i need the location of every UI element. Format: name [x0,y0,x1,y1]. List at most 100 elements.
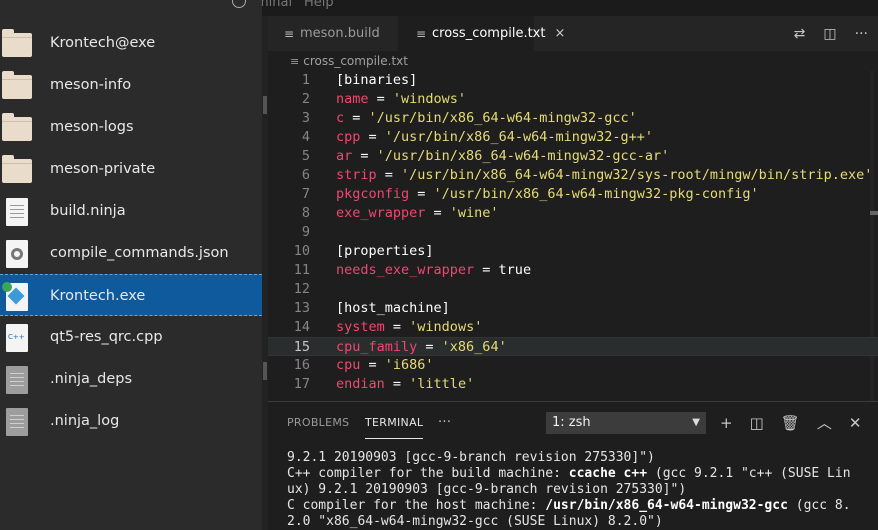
tab-cross-compile[interactable]: ≡ cross_compile.txt × [398,16,565,51]
code-key: cpu [336,357,361,373]
code-line[interactable]: 10 [properties] [268,242,878,261]
terminal-text: C compiler for the host machine: [287,498,546,513]
code-line[interactable]: 2 name = 'windows' [268,90,878,109]
line-number: 2 [301,91,310,107]
line-number: 10 [293,243,310,259]
code-line[interactable]: 9 [268,223,878,242]
code-line[interactable]: 15 cpu_family = 'x86_64' [268,337,878,356]
line-number: 5 [301,148,310,164]
code-text: needs_exe_wrapper = true [336,261,531,280]
clock-icon [232,0,246,8]
file-item-krontech-exe-dir[interactable]: Krontech@exe [0,22,262,64]
code-line[interactable]: 6 strip = '/usr/bin/x86_64-w64-mingw32/sy… [268,166,878,185]
file-item-qt5-res[interactable]: C++ qt5-res_qrc.cpp [0,316,262,358]
code-text: strip = '/usr/bin/x86_64-w64-mingw32/sys… [336,166,872,185]
code-line[interactable]: 16 cpu = 'i686' [268,356,878,375]
code-text: cpu_family = 'x86_64' [336,338,507,357]
breadcrumb[interactable]: ≡ cross_compile.txt [290,51,408,71]
chevron-up-icon[interactable]: ︿ [817,412,832,434]
code-line[interactable]: 12 [268,280,878,299]
code-text: pkgconfig = '/usr/bin/x86_64-w64-mingw32… [336,185,759,204]
folder-icon [2,155,32,185]
menu-terminal[interactable]: minal [262,0,292,10]
line-number: 3 [301,110,310,126]
terminal-select[interactable]: 1: zsh ▼ [546,412,706,434]
tab-problems[interactable]: PROBLEMS [287,402,349,442]
code-line[interactable]: 11 needs_exe_wrapper = true [268,261,878,280]
close-panel-icon[interactable]: ✕ [849,412,862,434]
code-key: needs_exe_wrapper [336,262,475,278]
terminal-text: (gcc 8. [787,498,851,513]
code-line[interactable]: 13 [host_machine] [268,299,878,318]
code-plain: = [368,91,393,107]
file-item-ninja-log[interactable]: .ninja_log [0,400,262,442]
code-line[interactable]: 7 pkgconfig = '/usr/bin/x86_64-w64-mingw3… [268,185,878,204]
code-string: '/usr/bin/x86_64-w64-mingw32-gcc' [368,110,637,126]
code-line[interactable]: 8 exe_wrapper = 'wine' [268,204,878,223]
code-plain: = [360,129,385,145]
panel-more-icon[interactable]: ··· [438,402,451,442]
file-item-build-ninja[interactable]: build.ninja [0,190,262,232]
code-editor[interactable]: 1 [binaries] 2 name = 'windows' 3 c = '/usr/b… [268,71,878,401]
new-terminal-icon[interactable]: + [720,412,733,434]
file-item-meson-private[interactable]: meson-private [0,148,262,190]
file-item-krontech-exe[interactable]: Krontech.exe [0,274,262,316]
code-text: cpu = 'i686' [336,356,434,375]
code-line[interactable]: 5 ar = '/usr/bin/x86_64-w64-mingw32-gcc-a… [268,147,878,166]
close-icon[interactable]: × [554,26,565,41]
terminal-text: 2.0 "x86_64-w64-mingw32-gcc (SUSE Linux)… [287,514,663,529]
file-item-meson-info[interactable]: meson-info [0,64,262,106]
file-name: meson-logs [50,119,134,135]
code-plain: = [360,357,385,373]
terminal-text: C++ compiler for the build machine: [287,466,569,481]
file-name: Krontech@exe [50,35,156,51]
binary-file-icon [2,407,32,437]
code-string: 'x86_64' [441,339,507,355]
code-plain: = [384,376,410,392]
compare-changes-icon[interactable]: ⇄ [794,26,806,42]
file-browser: Krontech@exe meson-info meson-logs meson… [0,0,262,530]
tab-terminal[interactable]: TERMINAL [365,407,424,439]
file-name: .ninja_deps [50,371,133,387]
code-text: ar = '/usr/bin/x86_64-w64-mingw32-gcc-ar… [336,147,669,166]
menu-help[interactable]: Help [304,0,334,10]
terminal-line: 2.0 "x86_64-w64-mingw32-gcc (SUSE Linux)… [287,514,877,530]
file-item-compile-commands[interactable]: compile_commands.json [0,232,262,274]
code-string: '/usr/bin/x86_64-w64-mingw32-g++' [384,129,653,145]
code-string: 'windows' [392,91,467,107]
code-plain: = [425,205,450,221]
file-name: meson-private [50,161,156,177]
terminal-output[interactable]: 9.2.1 20190903 [gcc-9-branch revision 27… [287,450,877,530]
code-line[interactable]: 17 endian = 'little' [268,375,878,394]
code-plain: = [344,110,369,126]
binary-file-icon [2,365,32,395]
file-item-meson-logs[interactable]: meson-logs [0,106,262,148]
terminal-actions: + ◫ 🗑 ︿ ✕ [720,412,861,434]
code-line[interactable]: 1 [binaries] [268,71,878,90]
code-plain: = [409,186,434,202]
tab-label: cross_compile.txt [432,26,546,41]
code-key: system [336,319,385,335]
trash-icon[interactable]: 🗑 [781,412,800,434]
code-plain: = [352,148,377,164]
file-item-ninja-deps[interactable]: .ninja_deps [0,358,262,400]
more-actions-icon[interactable]: ··· [855,26,868,42]
split-editor-icon[interactable]: ◫ [823,26,836,42]
code-string: 'wine' [449,205,499,221]
code-key: cpu_family [336,339,418,355]
code-line[interactable]: 14 system = 'windows' [268,318,878,337]
lines-file-icon: ≡ [284,26,295,41]
code-line[interactable]: 3 c = '/usr/bin/x86_64-w64-mingw32-gcc' [268,109,878,128]
code-key: name [336,91,369,107]
code-key: strip [336,167,377,183]
json-file-icon [2,239,32,269]
split-terminal-icon[interactable]: ◫ [750,412,764,434]
file-name: build.ninja [50,203,126,219]
file-name: compile_commands.json [50,245,229,261]
code-line[interactable]: 4 cpp = '/usr/bin/x86_64-w64-mingw32-g++' [268,128,878,147]
tab-meson-build[interactable]: ≡ meson.build [268,16,398,51]
code-text: exe_wrapper = 'wine' [336,204,499,223]
code-text: [host_machine] [336,299,450,318]
code-string: '/usr/bin/x86_64-w64-mingw32-gcc-ar' [376,148,670,164]
code-key: pkgconfig [336,186,410,202]
